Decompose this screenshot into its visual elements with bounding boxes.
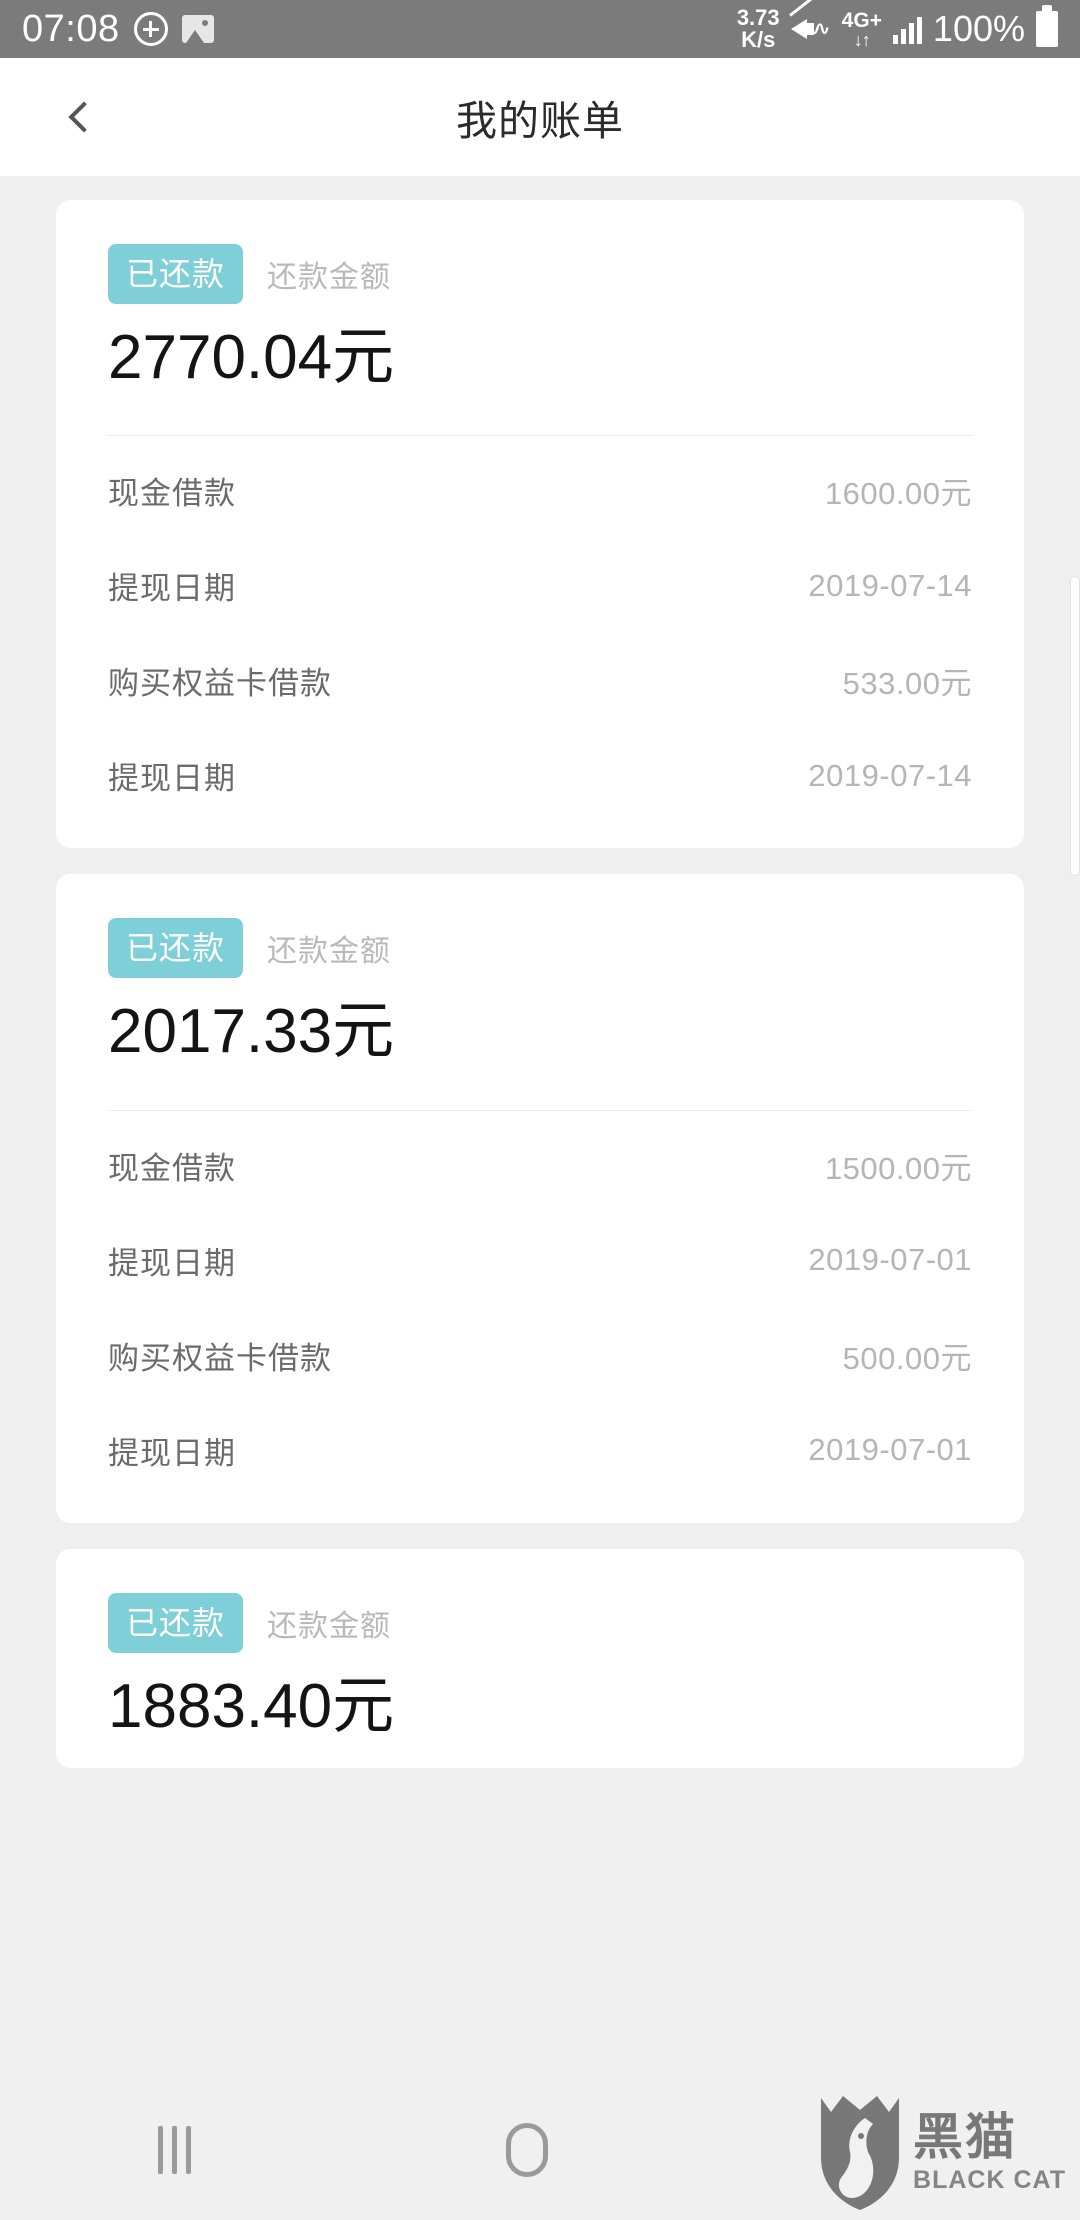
- bill-card-header: 已还款 还款金额: [108, 244, 972, 304]
- amount-caption: 还款金额: [267, 1609, 392, 1643]
- bill-detail-rows: 现金借款 1500.00元提现日期 2019-07-01 购买权益卡借款 500.00元…: [108, 1111, 972, 1497]
- plus-circle-icon: [133, 12, 168, 46]
- network-type-label: 4G+: [841, 8, 882, 32]
- detail-label: 提现日期: [108, 761, 236, 797]
- watermark-cn-label: 黑猫: [913, 2108, 1018, 2165]
- repayment-amount: 2017.33元: [108, 997, 395, 1067]
- detail-value: 533.00元: [842, 666, 972, 702]
- bill-detail-row: 现金借款 1600.00元: [108, 442, 972, 537]
- chevron-left-icon: [67, 101, 100, 133]
- detail-label: 提现日期: [108, 571, 236, 607]
- watermark-text: 黑猫 BLACK CAT: [913, 2112, 1066, 2193]
- phone-screen: 07:08 3.73 K/s ∿ ∿ 4G+ ↓↑ 100% 我的账单 已还款 …: [0, 0, 1080, 2220]
- recent-apps-icon[interactable]: [157, 2126, 191, 2174]
- repayment-amount: 2770.04元: [108, 323, 395, 392]
- battery-percent-label: 100%: [932, 8, 1025, 49]
- watermark-en-label: BLACK CAT: [913, 2165, 1066, 2194]
- bill-card-list: 已还款 还款金额 2770.04元 现金借款 1600.00元 提现日期 2019-07-1…: [0, 200, 1080, 1768]
- detail-value: 500.00元: [842, 1340, 972, 1376]
- page-title: 我的账单: [456, 98, 624, 144]
- detail-value: 2019-07-01: [808, 1432, 972, 1468]
- app-bar: 我的账单: [0, 58, 1080, 176]
- detail-value: 2019-07-01: [808, 1242, 972, 1278]
- battery-full-icon: [1036, 5, 1058, 47]
- vertical-scrollbar[interactable]: [1070, 576, 1080, 876]
- detail-label: 购买权益卡借款: [108, 1340, 332, 1376]
- amount-caption: 还款金额: [267, 261, 392, 294]
- bill-detail-rows: 现金借款 1600.00元提现日期 2019-07-14 购买权益卡借款 533.00元…: [108, 436, 972, 822]
- bill-detail-row: 提现日期 2019-07-01: [108, 1212, 972, 1307]
- network-type-indicator: 4G+ ↓↑: [842, 10, 882, 49]
- detail-label: 提现日期: [108, 1245, 236, 1281]
- detail-value: 2019-07-14: [808, 757, 972, 793]
- status-bar-right: 3.73 K/s ∿ ∿ 4G+ ↓↑ 100%: [737, 0, 1058, 50]
- bill-detail-row: 提现日期 2019-07-14: [108, 727, 972, 822]
- mute-vibrate-icon: ∿ ∿: [788, 0, 831, 46]
- network-speed-unit: K/s: [741, 27, 776, 52]
- detail-value: 1600.00元: [824, 476, 972, 512]
- bill-card-header: 已还款 还款金额: [108, 918, 972, 979]
- status-clock: 07:08: [22, 8, 120, 50]
- detail-value: 2019-07-14: [808, 567, 972, 603]
- status-badge: 已还款: [108, 244, 244, 304]
- amount-caption: 还款金额: [267, 935, 392, 969]
- detail-value: 1500.00元: [824, 1150, 972, 1186]
- bill-detail-row: 现金借款 1500.00元: [108, 1117, 972, 1212]
- bill-detail-row: 购买权益卡借款 500.00元: [108, 1307, 972, 1402]
- detail-label: 现金借款: [108, 1150, 236, 1186]
- bill-detail-row: 提现日期 2019-07-01: [108, 1402, 972, 1497]
- black-cat-shield-icon: [821, 2096, 900, 2210]
- detail-label: 购买权益卡借款: [108, 666, 332, 702]
- black-cat-watermark: 黑猫 BLACK CAT: [817, 2092, 1066, 2212]
- bill-list-scroll-area[interactable]: 已还款 还款金额 2770.04元 现金借款 1600.00元 提现日期 2019-07-1…: [0, 176, 1080, 2080]
- status-bar: 07:08 3.73 K/s ∿ ∿ 4G+ ↓↑ 100%: [0, 0, 1080, 58]
- home-icon[interactable]: [505, 2123, 548, 2177]
- status-bar-left: 07:08: [22, 10, 214, 48]
- bill-card[interactable]: 已还款 还款金额 2017.33元现金借款 1500.00元提现日期 2019-07-0…: [56, 874, 1024, 1523]
- detail-label: 现金借款: [108, 476, 236, 512]
- repayment-amount: 1883.40元: [108, 1671, 395, 1741]
- detail-label: 提现日期: [108, 1435, 236, 1471]
- bill-card-header: 已还款 还款金额: [108, 1592, 972, 1653]
- bill-detail-row: 购买权益卡借款 533.00元: [108, 632, 972, 727]
- network-data-arrows: ↓↑: [853, 29, 871, 50]
- bill-detail-row: 提现日期 2019-07-14: [108, 537, 972, 632]
- status-badge: 已还款: [108, 1592, 244, 1653]
- signal-bars-icon: [892, 14, 922, 44]
- network-speed-indicator: 3.73 K/s: [737, 7, 780, 50]
- network-speed-value: 3.73: [736, 5, 780, 31]
- photo-icon: [181, 15, 214, 43]
- bill-card[interactable]: 已还款 还款金额 2770.04元现金借款 1600.00元提现日期 2019-07-1…: [56, 200, 1024, 849]
- status-badge: 已还款: [108, 918, 244, 979]
- back-button[interactable]: [48, 85, 112, 149]
- bill-card[interactable]: 已还款 还款金额 1883.40元: [56, 1548, 1024, 1768]
